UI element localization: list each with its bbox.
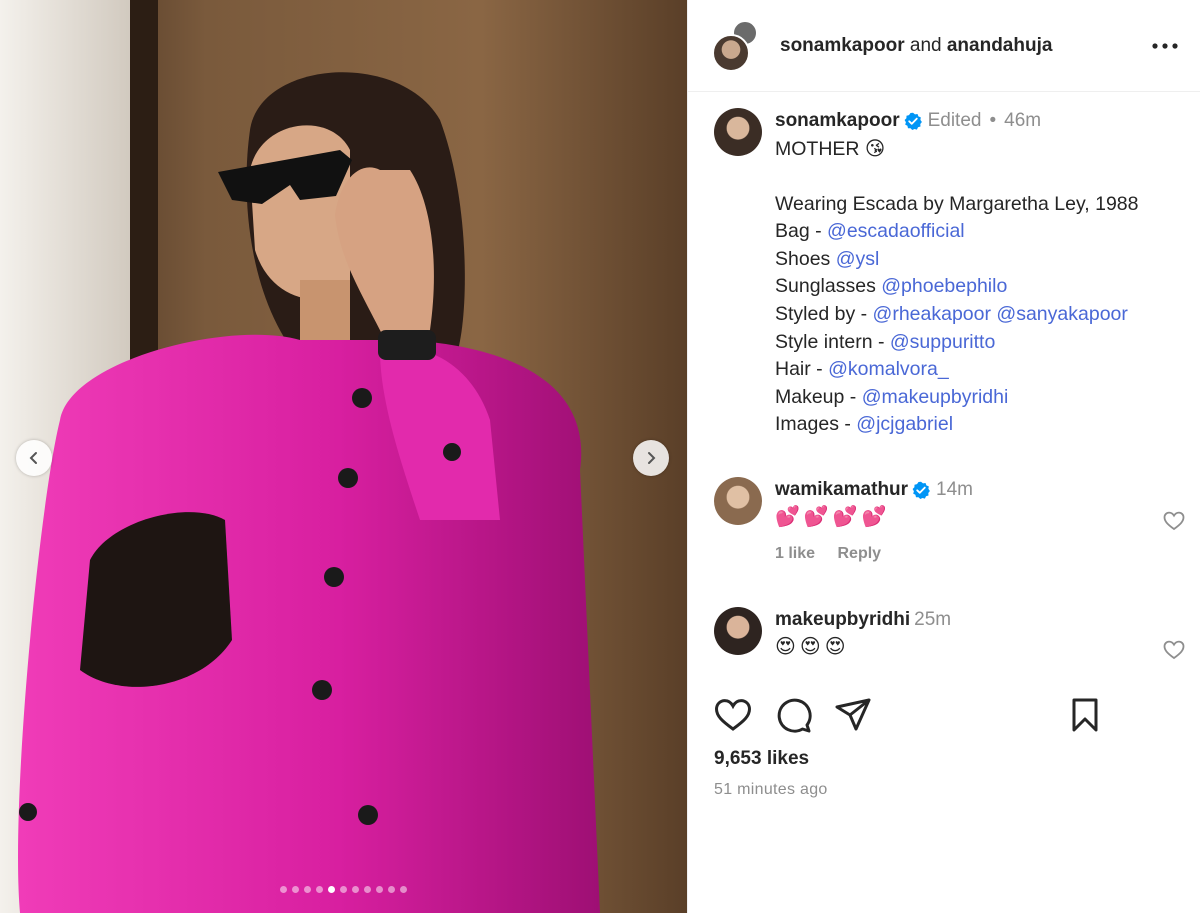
carousel-dot — [400, 886, 407, 893]
caption-line-text: Shoes — [775, 247, 836, 270]
caption-line: Sunglasses @phoebephilo — [775, 273, 1184, 301]
comment-icon[interactable] — [774, 696, 812, 734]
comment-time: 25m — [914, 609, 952, 630]
post-media[interactable] — [0, 0, 687, 913]
caption-line: Style intern - @suppuritto — [775, 329, 1184, 357]
comment-username[interactable]: wamikamathur — [775, 477, 908, 503]
post-header: sonamkapoor and anandahuja — [688, 0, 1200, 92]
author-link[interactable]: sonamkapoor — [780, 35, 905, 56]
collab-avatar[interactable] — [712, 19, 764, 72]
heart-icon[interactable] — [714, 696, 752, 734]
mention-link[interactable]: @suppuritto — [890, 331, 995, 353]
comment-like-icon[interactable] — [1162, 509, 1186, 533]
post-timestamp: 51 minutes ago — [714, 781, 828, 798]
carousel-dot — [316, 886, 323, 893]
chevron-left-icon — [29, 452, 37, 464]
caption-line: Bag - @escadaofficial — [775, 218, 1184, 246]
carousel-indicator — [0, 886, 687, 893]
mention-link[interactable]: @sanyakapoor — [996, 303, 1127, 325]
caption-line-text: Sunglasses — [775, 275, 882, 298]
mention-link[interactable]: @ysl — [836, 248, 880, 270]
caption-line: Shoes @ysl — [775, 246, 1184, 274]
carousel-dot — [376, 886, 383, 893]
author-link[interactable]: anandahuja — [947, 35, 1053, 56]
comment-text: 💕💕💕💕 — [775, 506, 891, 528]
carousel-dot — [280, 886, 287, 893]
caption-line-text: Makeup - — [775, 385, 862, 408]
caption-line-text: Hair - — [775, 358, 829, 381]
mention-link[interactable]: @komalvora_ — [828, 358, 949, 380]
mention-link[interactable]: @rheakapoor — [873, 303, 991, 325]
caption-line: Images - @jcjgabriel — [775, 411, 1184, 439]
comment-time: 14m — [936, 479, 974, 500]
comment-reply-button[interactable]: Reply — [837, 545, 881, 562]
meta-separator: • — [989, 110, 997, 131]
author-joiner: and — [909, 34, 942, 56]
avatar[interactable] — [714, 607, 762, 655]
verified-icon — [912, 481, 930, 499]
carousel-dot — [292, 886, 299, 893]
carousel-dot — [304, 886, 311, 893]
caption-username[interactable]: sonamkapoor — [775, 108, 900, 134]
caption-line-text: Styled by - — [775, 302, 873, 325]
caption-line: Wearing Escada by Margaretha Ley, 1988 — [775, 191, 1184, 219]
comment-like-count[interactable]: 1 like — [775, 545, 815, 562]
caption-body: Wearing Escada by Margaretha Ley, 1988 Ba… — [775, 191, 1184, 439]
caption-time: 46m — [1004, 110, 1042, 131]
mention-link[interactable]: @jcjgabriel — [856, 413, 953, 435]
caption-line: Makeup - @makeupbyridhi — [775, 384, 1184, 412]
carousel-dot — [388, 886, 395, 893]
comment: wamikamathur 14m 💕💕💕💕 1 like Reply — [714, 477, 1184, 563]
comment-text: 😍😍😍 — [775, 636, 850, 658]
bookmark-icon[interactable] — [1066, 696, 1104, 734]
post-photo — [0, 0, 687, 913]
caption-line-text: Bag - — [775, 220, 828, 243]
avatar[interactable] — [714, 477, 762, 525]
caption-line: Styled by - @rheakapoor @sanyakapoor — [775, 301, 1184, 329]
avatar[interactable] — [714, 108, 762, 156]
caption-line-text: Style intern - — [775, 330, 890, 353]
comment: makeupbyridhi 25m 😍😍😍 — [714, 607, 1184, 661]
comment-like-icon[interactable] — [1162, 638, 1186, 662]
carousel-dot — [364, 886, 371, 893]
more-icon — [1152, 42, 1178, 49]
mention-link[interactable]: @escadaofficial — [827, 220, 965, 242]
carousel-dot — [352, 886, 359, 893]
caption-line-text: Images - — [775, 413, 857, 436]
comment-username[interactable]: makeupbyridhi — [775, 607, 910, 633]
verified-icon — [904, 112, 922, 130]
post-authors: sonamkapoor and anandahuja — [780, 35, 1152, 57]
carousel-prev-button[interactable] — [16, 440, 52, 476]
caption-line: Hair - @komalvora_ — [775, 356, 1184, 384]
avatar — [712, 33, 750, 72]
post-details-pane: sonamkapoor and anandahuja sonamkapoor E… — [687, 0, 1200, 913]
caption-line-text: Wearing Escada by Margaretha Ley, 1988 — [775, 192, 1139, 215]
post-actions — [714, 696, 1174, 736]
share-icon[interactable] — [834, 696, 872, 734]
carousel-next-button[interactable] — [633, 440, 669, 476]
like-count[interactable]: 9,653 likes — [714, 748, 809, 770]
chevron-right-icon — [648, 452, 656, 464]
carousel-dot — [328, 886, 335, 893]
post-caption: sonamkapoor Edited • 46m MOTHER 😘 Wearin… — [714, 108, 1184, 439]
caption-title: MOTHER 😘 — [775, 138, 886, 160]
edited-label: Edited — [927, 110, 982, 131]
mention-link[interactable]: @makeupbyridhi — [862, 386, 1009, 408]
mention-link[interactable]: @phoebephilo — [881, 275, 1007, 297]
carousel-dot — [340, 886, 347, 893]
more-options-button[interactable] — [1152, 33, 1178, 59]
